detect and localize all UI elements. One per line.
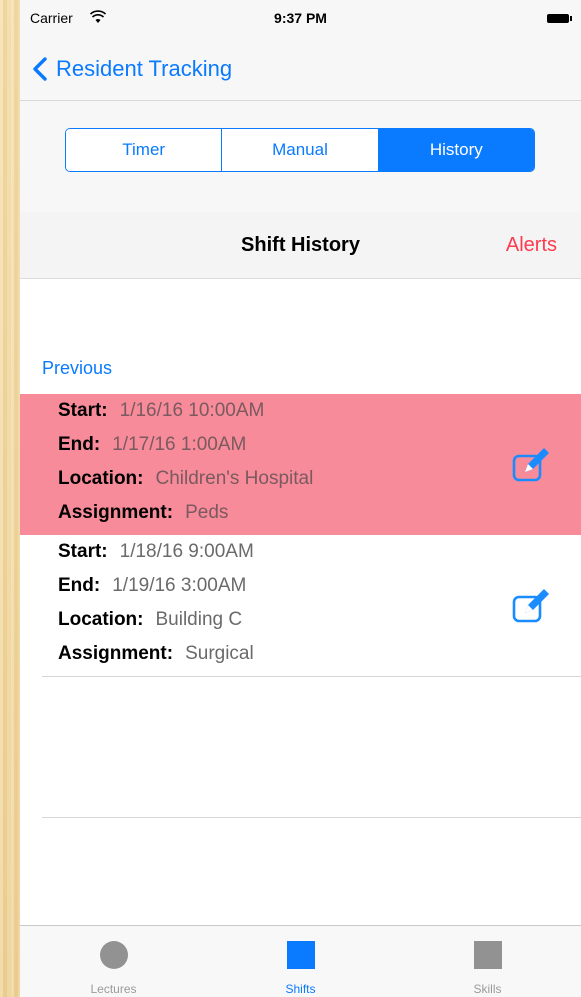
tab-skills[interactable]: Skills <box>394 926 581 997</box>
navigation-bar: Resident Tracking <box>20 40 581 101</box>
end-value: 1/17/16 1:00AM <box>112 434 247 455</box>
back-button[interactable]: Resident Tracking <box>32 54 232 84</box>
battery-icon <box>547 14 572 23</box>
shift-list-item[interactable]: Start: 1/18/16 9:00AM End: 1/19/16 3:00AM … <box>20 535 581 676</box>
tab-shifts[interactable]: Shifts <box>207 926 394 997</box>
shift-list-item[interactable]: Start: 1/16/16 10:00AM End: 1/17/16 1:00AM… <box>20 394 581 535</box>
end-label: End: <box>58 575 101 596</box>
assignment-value: Surgical <box>185 643 254 664</box>
edit-icon[interactable] <box>511 585 551 625</box>
shift-start-row: Start: 1/16/16 10:00AM <box>58 398 313 432</box>
assignment-label: Assignment: <box>58 502 174 523</box>
circle-icon <box>99 941 128 969</box>
location-label: Location: <box>58 609 144 630</box>
segment-manual[interactable]: Manual <box>222 129 379 171</box>
chevron-left-icon <box>33 57 47 81</box>
tab-bar: Lectures Shifts Skills <box>20 925 581 997</box>
section-label-previous: Previous <box>42 358 113 378</box>
shift-assignment-row: Assignment: Surgical <box>58 641 254 675</box>
segment-area: Timer Manual History <box>20 101 581 212</box>
tab-lectures[interactable]: Lectures <box>20 926 207 997</box>
start-value: 1/18/16 9:00AM <box>119 541 254 562</box>
status-bar: Carrier 9:37 PM <box>20 0 581 40</box>
end-value: 1/19/16 3:00AM <box>112 575 247 596</box>
shift-location-row: Location: Children's Hospital <box>58 466 313 500</box>
shift-assignment-row: Assignment: Peds <box>58 500 313 534</box>
row-divider <box>42 676 581 677</box>
edit-icon[interactable] <box>511 444 551 484</box>
shift-location-row: Location: Building C <box>58 607 254 641</box>
location-label: Location: <box>58 468 144 489</box>
tab-label: Lectures <box>90 982 137 996</box>
status-time: 9:37 PM <box>274 10 327 26</box>
segmented-control: Timer Manual History <box>65 128 535 172</box>
shift-end-row: End: 1/17/16 1:00AM <box>58 432 313 466</box>
location-value: Building C <box>155 609 243 630</box>
shift-end-row: End: 1/19/16 3:00AM <box>58 573 254 607</box>
phone-screen: Carrier 9:37 PM Resident Tracking Timer … <box>20 0 581 997</box>
shift-start-row: Start: 1/18/16 9:00AM <box>58 539 254 573</box>
start-value: 1/16/16 10:00AM <box>119 400 265 421</box>
shift-details: Start: 1/18/16 9:00AM End: 1/19/16 3:00AM … <box>58 539 254 675</box>
segment-history[interactable]: History <box>378 129 534 171</box>
shift-details: Start: 1/16/16 10:00AM End: 1/17/16 1:00AM… <box>58 398 313 534</box>
segment-timer[interactable]: Timer <box>66 129 223 171</box>
start-label: Start: <box>58 400 108 421</box>
assignment-value: Peds <box>185 502 229 523</box>
end-label: End: <box>58 434 101 455</box>
tab-label: Shifts <box>285 982 316 996</box>
back-button-label: Resident Tracking <box>56 56 233 81</box>
shift-history-header: Shift History Alerts <box>20 212 581 279</box>
location-value: Children's Hospital <box>155 468 314 489</box>
alerts-button[interactable]: Alerts <box>506 234 557 257</box>
square-icon <box>473 941 502 969</box>
start-label: Start: <box>58 541 108 562</box>
tab-label: Skills <box>473 982 502 996</box>
assignment-label: Assignment: <box>58 643 174 664</box>
page-title: Shift History <box>241 234 360 256</box>
square-icon <box>286 941 315 969</box>
row-divider <box>42 817 581 818</box>
